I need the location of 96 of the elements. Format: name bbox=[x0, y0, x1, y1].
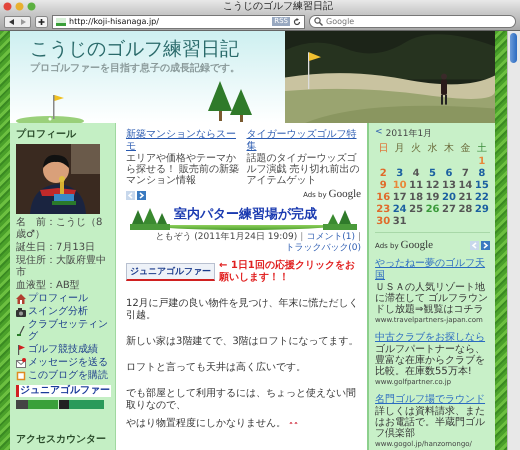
weekday-label: 月 bbox=[394, 143, 406, 155]
ad-link[interactable]: やったねー夢のゴルフ天国 bbox=[375, 258, 490, 282]
weekday-label: 金 bbox=[459, 143, 472, 155]
body-text: やはり物置程度にしかなりません。 bbox=[126, 418, 298, 430]
golf-club-icon bbox=[16, 326, 26, 336]
calendar-day[interactable]: 3 bbox=[391, 168, 408, 179]
search-field[interactable]: Google bbox=[309, 15, 516, 28]
ads-brand[interactable]: Google bbox=[400, 239, 434, 251]
calendar-day[interactable]: 19 bbox=[424, 192, 441, 203]
ad-text: 話題のタイガーウッズゴルフ演戯 売り切れ前出のアイテムゲット bbox=[246, 153, 361, 186]
add-bookmark-icon[interactable] bbox=[35, 16, 48, 28]
previous-month-link[interactable]: < bbox=[375, 127, 383, 140]
next-icon[interactable] bbox=[136, 191, 146, 200]
house-icon bbox=[16, 294, 26, 304]
ad-link[interactable]: タイガーウッズゴルフ特集 bbox=[246, 129, 362, 153]
calendar-day[interactable]: 8 bbox=[474, 168, 490, 179]
back-forward-buttons[interactable] bbox=[4, 16, 31, 28]
weekday-label: 火 bbox=[410, 143, 422, 155]
feed-icon bbox=[16, 371, 26, 381]
back-icon[interactable] bbox=[8, 18, 16, 26]
ad-text: エリアや価格やテーマから探せる！ 販売前の新築マンション情報 bbox=[126, 153, 240, 186]
window-title: こうじのゴルフ練習日記 bbox=[222, 0, 334, 12]
calendar-month: 2011年1月 bbox=[386, 128, 432, 140]
calendar-day[interactable]: 31 bbox=[391, 216, 408, 227]
trees-icon bbox=[130, 208, 170, 230]
calendar-day[interactable]: 22 bbox=[474, 192, 490, 203]
forward-icon[interactable] bbox=[19, 18, 27, 26]
separator: | bbox=[300, 232, 304, 243]
profile-detail: 血液型：AB型 bbox=[16, 280, 80, 292]
close-icon[interactable] bbox=[3, 2, 12, 11]
ad-text: ゴルフパートナーなら、豊富な在庫からクラブを比較。在庫数55万本! bbox=[375, 344, 486, 377]
calendar-day[interactable]: 21 bbox=[457, 192, 474, 203]
calendar-day[interactable]: 24 bbox=[391, 204, 408, 215]
flag-icon bbox=[16, 345, 26, 355]
calendar-day[interactable]: 12 bbox=[424, 180, 441, 191]
ad-link[interactable]: 名門ゴルフ場でラウンド bbox=[375, 394, 486, 406]
post-meta-link[interactable]: コメント(1) bbox=[306, 232, 355, 243]
ad-text: ＵＳＡの人気リゾート地に滞在して ゴルフラウンドし放題⇒観覧はコチラ bbox=[375, 282, 490, 315]
calendar-day[interactable]: 25 bbox=[408, 204, 424, 215]
post-meta-link[interactable]: トラックバック(0) bbox=[285, 243, 362, 254]
profile-detail: 誕生日：7月13日 bbox=[16, 242, 96, 254]
camera-icon bbox=[16, 307, 26, 317]
sidebar-heading: プロフィール bbox=[16, 127, 76, 141]
ad-link[interactable]: 中古クラブをお探しなら bbox=[375, 332, 486, 344]
ranking-banner[interactable]: ジュニアゴルファー bbox=[126, 263, 215, 281]
ad-text: 詳しくは資料請求、またはお電話で。半蔵門ゴルフ倶楽部 bbox=[375, 406, 486, 439]
body-text: 12月に戸建の良い物件を見つけ、年末に慌ただしく引越。 bbox=[126, 298, 360, 322]
reload-icon[interactable] bbox=[293, 18, 301, 26]
calendar-day[interactable]: 6 bbox=[440, 168, 458, 179]
body-text: でも部屋として利用するには、ちょっと使えない間取りなので、 bbox=[126, 388, 357, 412]
profile-link[interactable]: メッセージを送る bbox=[16, 357, 108, 369]
profile-detail: 現住所：大阪府豊中市 bbox=[16, 255, 107, 279]
sidebar-heading: アクセスカウンター bbox=[16, 433, 106, 446]
calendar-day[interactable]: 7 bbox=[457, 168, 474, 179]
calendar-day[interactable]: 29 bbox=[474, 204, 490, 215]
calendar-day[interactable]: 18 bbox=[408, 192, 424, 203]
separator: | bbox=[358, 232, 362, 243]
profile-link[interactable]: プロフィール bbox=[16, 293, 88, 305]
body-text: 新しい家は3階建てで、3階はロフトになってます。 bbox=[126, 336, 359, 348]
calendar-day[interactable]: 13 bbox=[440, 180, 458, 191]
search-icon bbox=[314, 17, 323, 26]
weekday-label: 土 bbox=[476, 143, 488, 155]
blog-title[interactable]: こうじのゴルフ練習日記 bbox=[10, 37, 239, 61]
calendar-day[interactable]: 15 bbox=[474, 180, 490, 191]
calendar-day[interactable]: 17 bbox=[391, 192, 408, 203]
weekday-label: 木 bbox=[442, 143, 455, 155]
profile-detail: 名 前：こうじ（8歳♂） bbox=[16, 217, 104, 241]
next-icon[interactable] bbox=[481, 240, 490, 250]
site-icon bbox=[56, 18, 66, 26]
post-author-date: ともぞう (2011年1月24日 19:09) bbox=[155, 232, 298, 243]
scrollbar[interactable] bbox=[507, 31, 520, 450]
profile-link[interactable]: スイング分析 bbox=[16, 306, 88, 318]
calendar-day[interactable]: 20 bbox=[440, 192, 458, 203]
profile-link[interactable]: このブログを購読 bbox=[16, 370, 108, 382]
ranking-banner[interactable]: ジュニアゴルファー bbox=[16, 385, 111, 397]
post-title[interactable]: 室内パター練習場が完成 bbox=[174, 206, 320, 230]
blog-subtitle: プロゴルファーを目指す息子の成長記録です。 bbox=[28, 61, 240, 75]
calendar-day[interactable]: 4 bbox=[408, 168, 424, 179]
calendar-day[interactable]: 5 bbox=[424, 168, 441, 179]
weekday-label: 水 bbox=[426, 143, 439, 155]
weekday-label: 日 bbox=[377, 143, 390, 155]
trees-icon bbox=[323, 208, 358, 230]
envelope-icon bbox=[16, 358, 26, 368]
scroll-thumb[interactable] bbox=[510, 33, 518, 63]
calendar-day[interactable]: 14 bbox=[457, 180, 474, 191]
emoji-icon bbox=[288, 420, 298, 426]
calendar-day[interactable]: 11 bbox=[408, 180, 424, 191]
body-text: ロフトと言っても天井は高く広いです。 bbox=[126, 362, 306, 374]
vote-request: ← 1日1回の応援クリックをお願いします！！ bbox=[218, 260, 356, 284]
profile-link[interactable]: クラブセッティング bbox=[16, 319, 111, 343]
ad-link[interactable]: 新築マンションならスーモ bbox=[126, 129, 241, 153]
profile-link[interactable]: ゴルフ競技成績 bbox=[16, 344, 98, 356]
ads-brand[interactable]: Google bbox=[328, 188, 362, 200]
calendar-day[interactable]: 27 bbox=[440, 204, 458, 215]
calendar-day[interactable]: 28 bbox=[457, 204, 474, 215]
ranking-badges-icon[interactable] bbox=[16, 400, 104, 409]
